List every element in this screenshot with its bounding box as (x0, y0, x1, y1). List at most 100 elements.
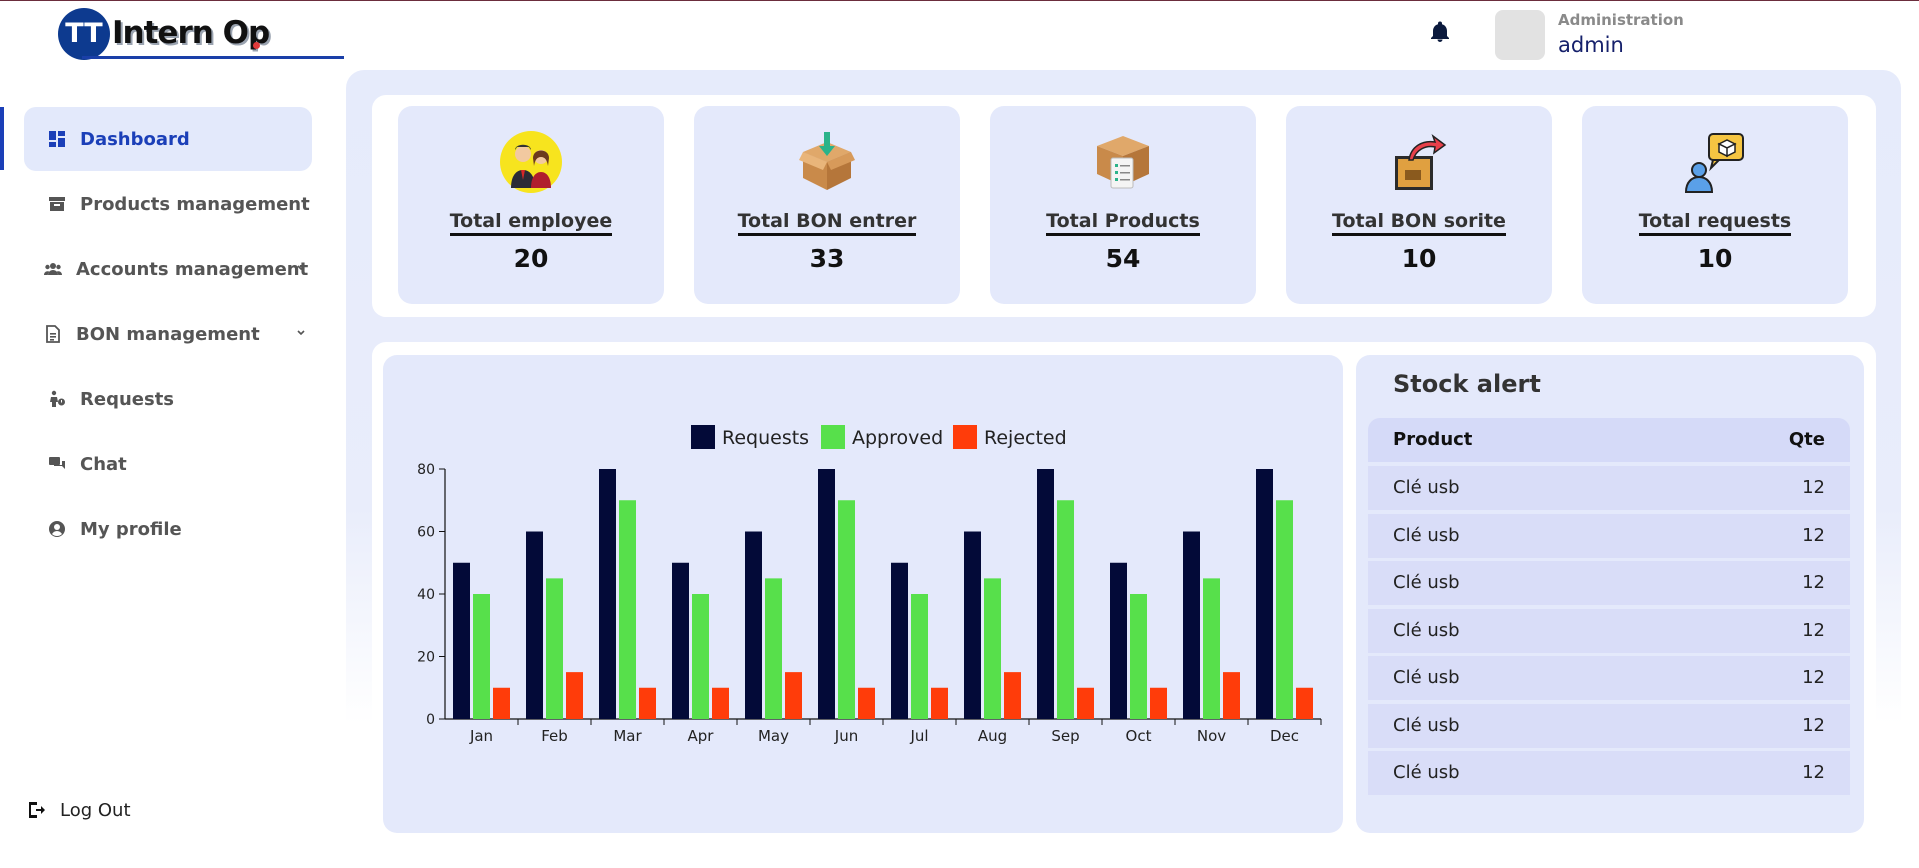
bar-approved-jun (838, 500, 855, 719)
user-role: Administration (1558, 11, 1684, 29)
qte-cell: 12 (1802, 762, 1825, 783)
chat-icon (49, 457, 65, 469)
table-row[interactable]: Clé usb 12 (1368, 751, 1850, 795)
sidebar-item-label: BON management (76, 323, 260, 345)
logo-underline (82, 56, 344, 59)
bar-approved-sep (1057, 500, 1074, 719)
bar-approved-feb (546, 578, 563, 719)
bar-rejected-sep (1077, 687, 1094, 719)
employees-icon (500, 131, 562, 193)
column-header-qte: Qte (1788, 429, 1825, 450)
stat-card-bon-entrer[interactable]: Total BON entrer 33 (694, 106, 960, 304)
legend-label: Approved (852, 427, 943, 449)
stat-card-bon-sorite[interactable]: Total BON sorite 10 (1286, 106, 1552, 304)
sidebar-item-label: Chat (80, 453, 127, 475)
qte-cell: 12 (1802, 477, 1825, 498)
stat-card-requests[interactable]: Total requests 10 (1582, 106, 1848, 304)
legend-swatch (691, 425, 715, 449)
table-row[interactable]: Clé usb 12 (1368, 703, 1850, 748)
legend-swatch (821, 425, 845, 449)
sidebar-item-products[interactable]: Products management (24, 172, 312, 236)
bar-requests-jul (891, 562, 908, 719)
sidebar-active-indicator (0, 107, 4, 170)
dashboard-icon (49, 131, 65, 147)
y-tick-label: 60 (417, 525, 435, 541)
sidebar-item-label: Products management (80, 193, 310, 215)
bar-approved-dec (1276, 500, 1293, 719)
logo-dot (253, 42, 260, 49)
bar-approved-jul (911, 594, 928, 719)
qte-cell: 12 (1802, 667, 1825, 688)
stat-label: Total requests (1638, 210, 1792, 236)
bar-approved-nov (1203, 578, 1220, 719)
product-cell: Clé usb (1393, 714, 1460, 736)
sidebar-item-requests[interactable]: Requests (24, 367, 312, 431)
product-cell: Clé usb (1393, 524, 1460, 546)
bar-requests-sep (1037, 469, 1054, 719)
bar-rejected-jun (858, 687, 875, 719)
chevron-down-icon (297, 330, 305, 336)
x-tick-label: Feb (541, 727, 568, 745)
bar-rejected-dec (1296, 687, 1313, 719)
stat-card-employee[interactable]: Total employee 20 (398, 106, 664, 304)
stock-table-header: Product Qte (1368, 418, 1850, 462)
product-cell: Clé usb (1393, 667, 1460, 688)
x-tick-label: Sep (1051, 727, 1079, 745)
box-in-icon (799, 132, 855, 190)
document-icon (46, 325, 60, 343)
sidebar-item-chat[interactable]: Chat (24, 432, 312, 496)
request-chat-icon (1684, 133, 1744, 193)
table-row[interactable]: Clé usb 12 (1368, 466, 1850, 510)
top-border (0, 0, 1919, 1)
app-logo[interactable]: TT Intern Op (58, 8, 344, 60)
sidebar-item-accounts[interactable]: Accounts management (24, 237, 312, 301)
logout-label: Log Out (60, 799, 131, 821)
bar-rejected-feb (566, 672, 583, 719)
x-tick-label: Dec (1270, 727, 1299, 745)
bar-approved-may (765, 578, 782, 719)
stat-card-products[interactable]: Total Products 54 (990, 106, 1256, 304)
bar-approved-jan (473, 594, 490, 719)
stat-value: 10 (1401, 244, 1437, 273)
bar-rejected-may (785, 672, 802, 719)
notification-bell-icon[interactable] (1428, 20, 1452, 44)
x-tick-label: May (758, 727, 789, 745)
logout-button[interactable]: Log Out (26, 798, 131, 822)
sidebar-item-bon[interactable]: BON management (24, 302, 312, 366)
x-tick-label: Nov (1197, 727, 1226, 745)
chevron-down-icon (297, 265, 305, 271)
users-icon (44, 263, 62, 275)
y-tick-label: 20 (417, 650, 435, 666)
bar-approved-apr (692, 594, 709, 719)
sidebar-item-label: Requests (80, 388, 175, 410)
stat-label: Total Products (1046, 210, 1200, 236)
table-row[interactable]: Clé usb 12 (1368, 561, 1850, 605)
sidebar-item-dashboard[interactable]: Dashboard (24, 107, 312, 171)
stat-value: 54 (1105, 244, 1141, 273)
bar-rejected-mar (639, 687, 656, 719)
avatar[interactable] (1495, 10, 1545, 60)
column-header-product: Product (1393, 429, 1473, 450)
bar-rejected-apr (712, 687, 729, 719)
bar-requests-aug (964, 531, 981, 719)
stock-alert-title: Stock alert (1393, 370, 1541, 398)
qte-cell: 12 (1802, 524, 1825, 546)
bar-requests-oct (1110, 562, 1127, 719)
product-cell: Clé usb (1393, 477, 1460, 498)
x-tick-label: Jun (834, 727, 858, 745)
sidebar-item-profile[interactable]: My profile (24, 497, 312, 561)
table-row[interactable]: Clé usb 12 (1368, 513, 1850, 558)
box-out-icon (1395, 133, 1447, 190)
bar-requests-dec (1256, 469, 1273, 719)
person-request-icon (50, 390, 65, 407)
bar-requests-jan (453, 562, 470, 719)
x-tick-label: Aug (978, 727, 1007, 745)
table-row[interactable]: Clé usb 12 (1368, 608, 1850, 653)
bar-rejected-nov (1223, 672, 1240, 719)
bar-approved-oct (1130, 594, 1147, 719)
user-circle-icon (49, 521, 65, 537)
y-tick-label: 80 (417, 462, 435, 478)
table-row[interactable]: Clé usb 12 (1368, 656, 1850, 700)
x-tick-label: Mar (613, 727, 642, 745)
logout-icon (29, 802, 45, 818)
